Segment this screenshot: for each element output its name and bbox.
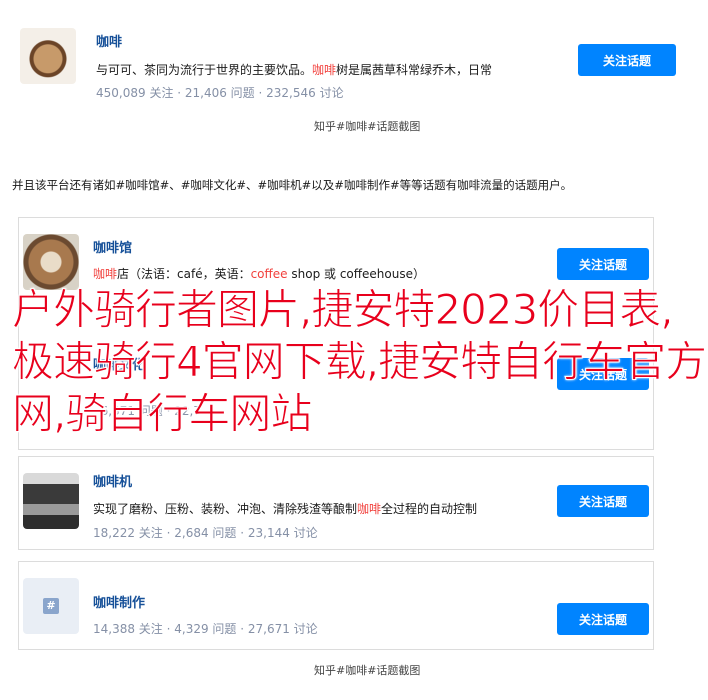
hashtag-icon[interactable]: # bbox=[23, 578, 79, 634]
latte-art-image[interactable] bbox=[23, 234, 79, 290]
topic-title[interactable]: 咖啡机 bbox=[93, 471, 132, 490]
follow-topic-button[interactable]: 关注话题 bbox=[557, 603, 649, 635]
image-caption: 知乎#咖啡#话题截图 bbox=[314, 120, 421, 133]
topic-title[interactable]: 咖啡馆 bbox=[93, 237, 132, 256]
coffee-cup-image[interactable] bbox=[20, 28, 76, 84]
article-paragraph: 并且该平台还有诸如#咖啡馆#、#咖啡文化#、#咖啡机#以及#咖啡制作#等等话题有… bbox=[12, 178, 573, 192]
topic-stats: 18,222 关注 · 2,684 问题 · 23,144 讨论 bbox=[93, 526, 318, 540]
topic-title[interactable]: 咖啡制作 bbox=[93, 592, 145, 611]
topic-card-making: # 咖啡制作 14,388 关注 · 4,329 问题 · 27,671 讨论 … bbox=[18, 561, 654, 650]
coffee-machine-image[interactable] bbox=[23, 473, 79, 529]
follow-topic-button[interactable]: 关注话题 bbox=[557, 248, 649, 280]
topic-description: 实现了磨粉、压粉、装粉、冲泡、清除残渣等酿制咖啡全过程的自动控制 bbox=[93, 502, 478, 516]
follow-topic-button[interactable]: 关注话题 bbox=[557, 485, 649, 517]
follow-topic-button[interactable]: 关注话题 bbox=[578, 44, 676, 76]
topic-card-coffee: 咖啡 与可可、茶同为流行于世界的主要饮品。咖啡树是属茜草科常绿乔木，日常 450… bbox=[6, 22, 702, 110]
overlay-headline: 户外骑行者图片,捷安特2023价目表,极速骑行4官网下载,捷安特自行车官方网,骑… bbox=[12, 285, 708, 439]
image-caption: 知乎#咖啡#话题截图 bbox=[314, 664, 421, 677]
topic-card-machine: 咖啡机 实现了磨粉、压粉、装粉、冲泡、清除残渣等酿制咖啡全过程的自动控制 18,… bbox=[18, 456, 654, 550]
topic-description: 咖啡店（法语：café，英语：coffee shop 或 coffeehouse… bbox=[93, 267, 425, 281]
topic-description: 与可可、茶同为流行于世界的主要饮品。咖啡树是属茜草科常绿乔木，日常 bbox=[96, 63, 493, 77]
topic-title[interactable]: 咖啡 bbox=[96, 31, 122, 50]
topic-stats: 14,388 关注 · 4,329 问题 · 27,671 讨论 bbox=[93, 622, 318, 636]
topic-stats: 450,089 关注 · 21,406 问题 · 232,546 讨论 bbox=[96, 86, 344, 100]
